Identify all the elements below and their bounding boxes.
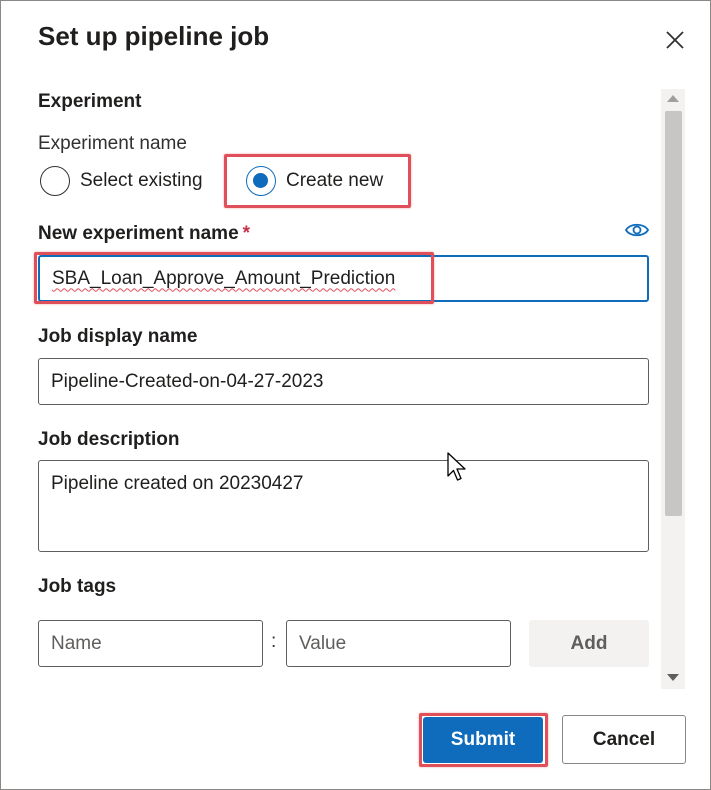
- radio-label-create-new: Create new: [286, 170, 384, 191]
- add-tag-button[interactable]: Add: [529, 620, 649, 667]
- radio-select-existing[interactable]: Select existing: [40, 166, 203, 196]
- job-description-textarea[interactable]: Pipeline created on 20230427: [38, 460, 649, 552]
- radio-circle[interactable]: [40, 166, 70, 196]
- new-experiment-name-input[interactable]: SBA_Loan_Approve_Amount_Prediction: [38, 255, 649, 302]
- job-display-name-value: Pipeline-Created-on-04-27-2023: [51, 370, 324, 392]
- dialog-title: Set up pipeline job: [38, 21, 270, 51]
- job-description-value: Pipeline created on 20230427: [51, 473, 304, 494]
- cancel-button[interactable]: Cancel: [562, 715, 686, 764]
- job-description-label: Job description: [38, 429, 180, 450]
- radio-create-new[interactable]: Create new: [246, 166, 383, 196]
- tag-name-input[interactable]: Name: [38, 620, 263, 667]
- radio-circle-checked[interactable]: [246, 166, 276, 196]
- tag-separator: :: [271, 631, 277, 652]
- job-display-name-label: Job display name: [38, 326, 198, 347]
- close-icon[interactable]: [661, 26, 689, 54]
- submit-button[interactable]: Submit: [423, 717, 543, 763]
- new-experiment-name-value: SBA_Loan_Approve_Amount_Prediction: [52, 267, 396, 289]
- mouse-pointer-icon: [447, 452, 467, 482]
- tag-value-input[interactable]: Value: [286, 620, 511, 667]
- new-experiment-name-label: New experiment name *: [38, 223, 250, 245]
- experiment-name-label: Experiment name: [38, 133, 187, 154]
- required-marker: *: [242, 223, 251, 244]
- scrollbar-thumb[interactable]: [665, 111, 682, 516]
- eye-icon[interactable]: [624, 221, 650, 239]
- radio-label-select-existing: Select existing: [80, 170, 203, 191]
- scroll-up-arrow-icon[interactable]: [667, 95, 679, 102]
- setup-pipeline-dialog: Set up pipeline job Experiment Experimen…: [0, 0, 711, 790]
- tag-name-placeholder: Name: [51, 632, 102, 654]
- job-tags-label: Job tags: [38, 576, 117, 597]
- new-experiment-name-text: New experiment name: [38, 223, 239, 244]
- tag-value-placeholder: Value: [299, 632, 347, 654]
- job-display-name-input[interactable]: Pipeline-Created-on-04-27-2023: [38, 358, 649, 405]
- scroll-down-arrow-icon[interactable]: [667, 674, 679, 681]
- experiment-section-title: Experiment: [38, 91, 142, 112]
